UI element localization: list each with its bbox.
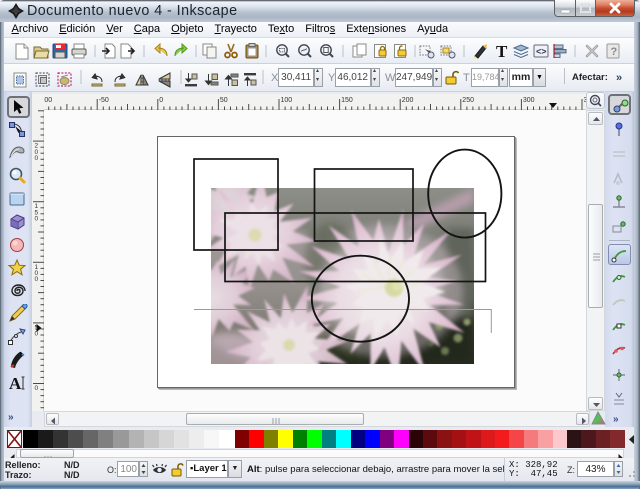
svg-text:0: 0: [35, 276, 39, 283]
svg-text:<>: <>: [536, 47, 547, 57]
svg-text:100: 100: [281, 97, 293, 104]
svg-text:300: 300: [523, 97, 535, 104]
svg-text:0: 0: [35, 155, 39, 162]
svg-text:200: 200: [402, 97, 414, 104]
svg-text:250: 250: [462, 97, 474, 104]
svg-text:150: 150: [341, 97, 353, 104]
svg-text:50: 50: [220, 97, 228, 104]
svg-text:?: ?: [611, 46, 618, 58]
svg-text:T: T: [496, 42, 508, 61]
svg-text:0: 0: [35, 216, 39, 223]
svg-text:-50: -50: [99, 97, 109, 104]
svg-text:0: 0: [159, 97, 163, 104]
svg-text:-100: -100: [44, 97, 52, 104]
svg-text:0: 0: [35, 385, 39, 392]
svg-text:A: A: [9, 374, 22, 393]
